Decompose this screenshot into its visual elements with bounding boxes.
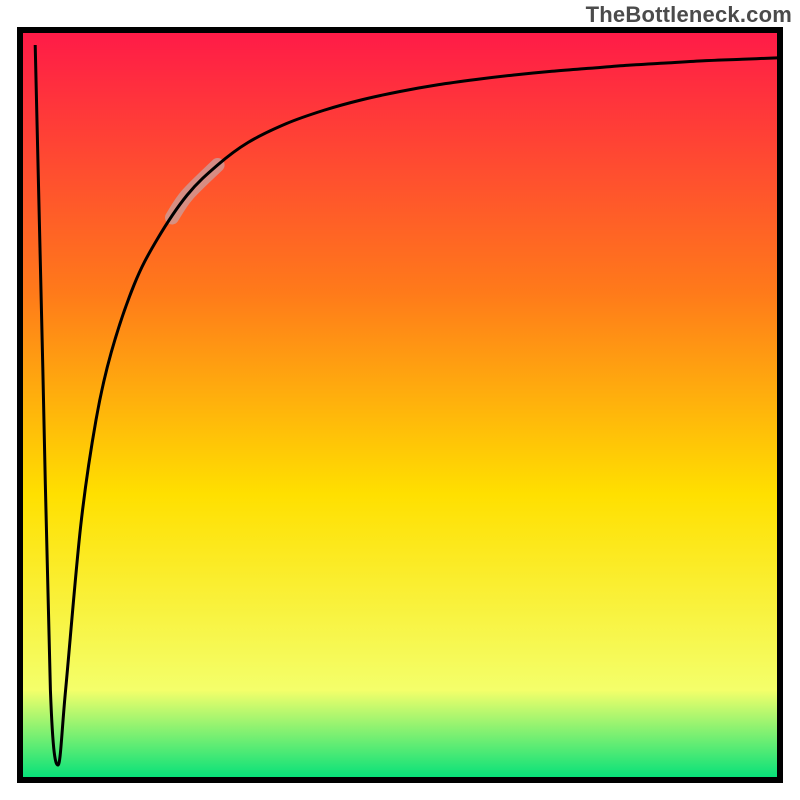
- plot-background: [20, 30, 780, 780]
- watermark-text: TheBottleneck.com: [586, 2, 792, 28]
- chart-frame: TheBottleneck.com: [0, 0, 800, 800]
- bottleneck-chart: [0, 0, 800, 800]
